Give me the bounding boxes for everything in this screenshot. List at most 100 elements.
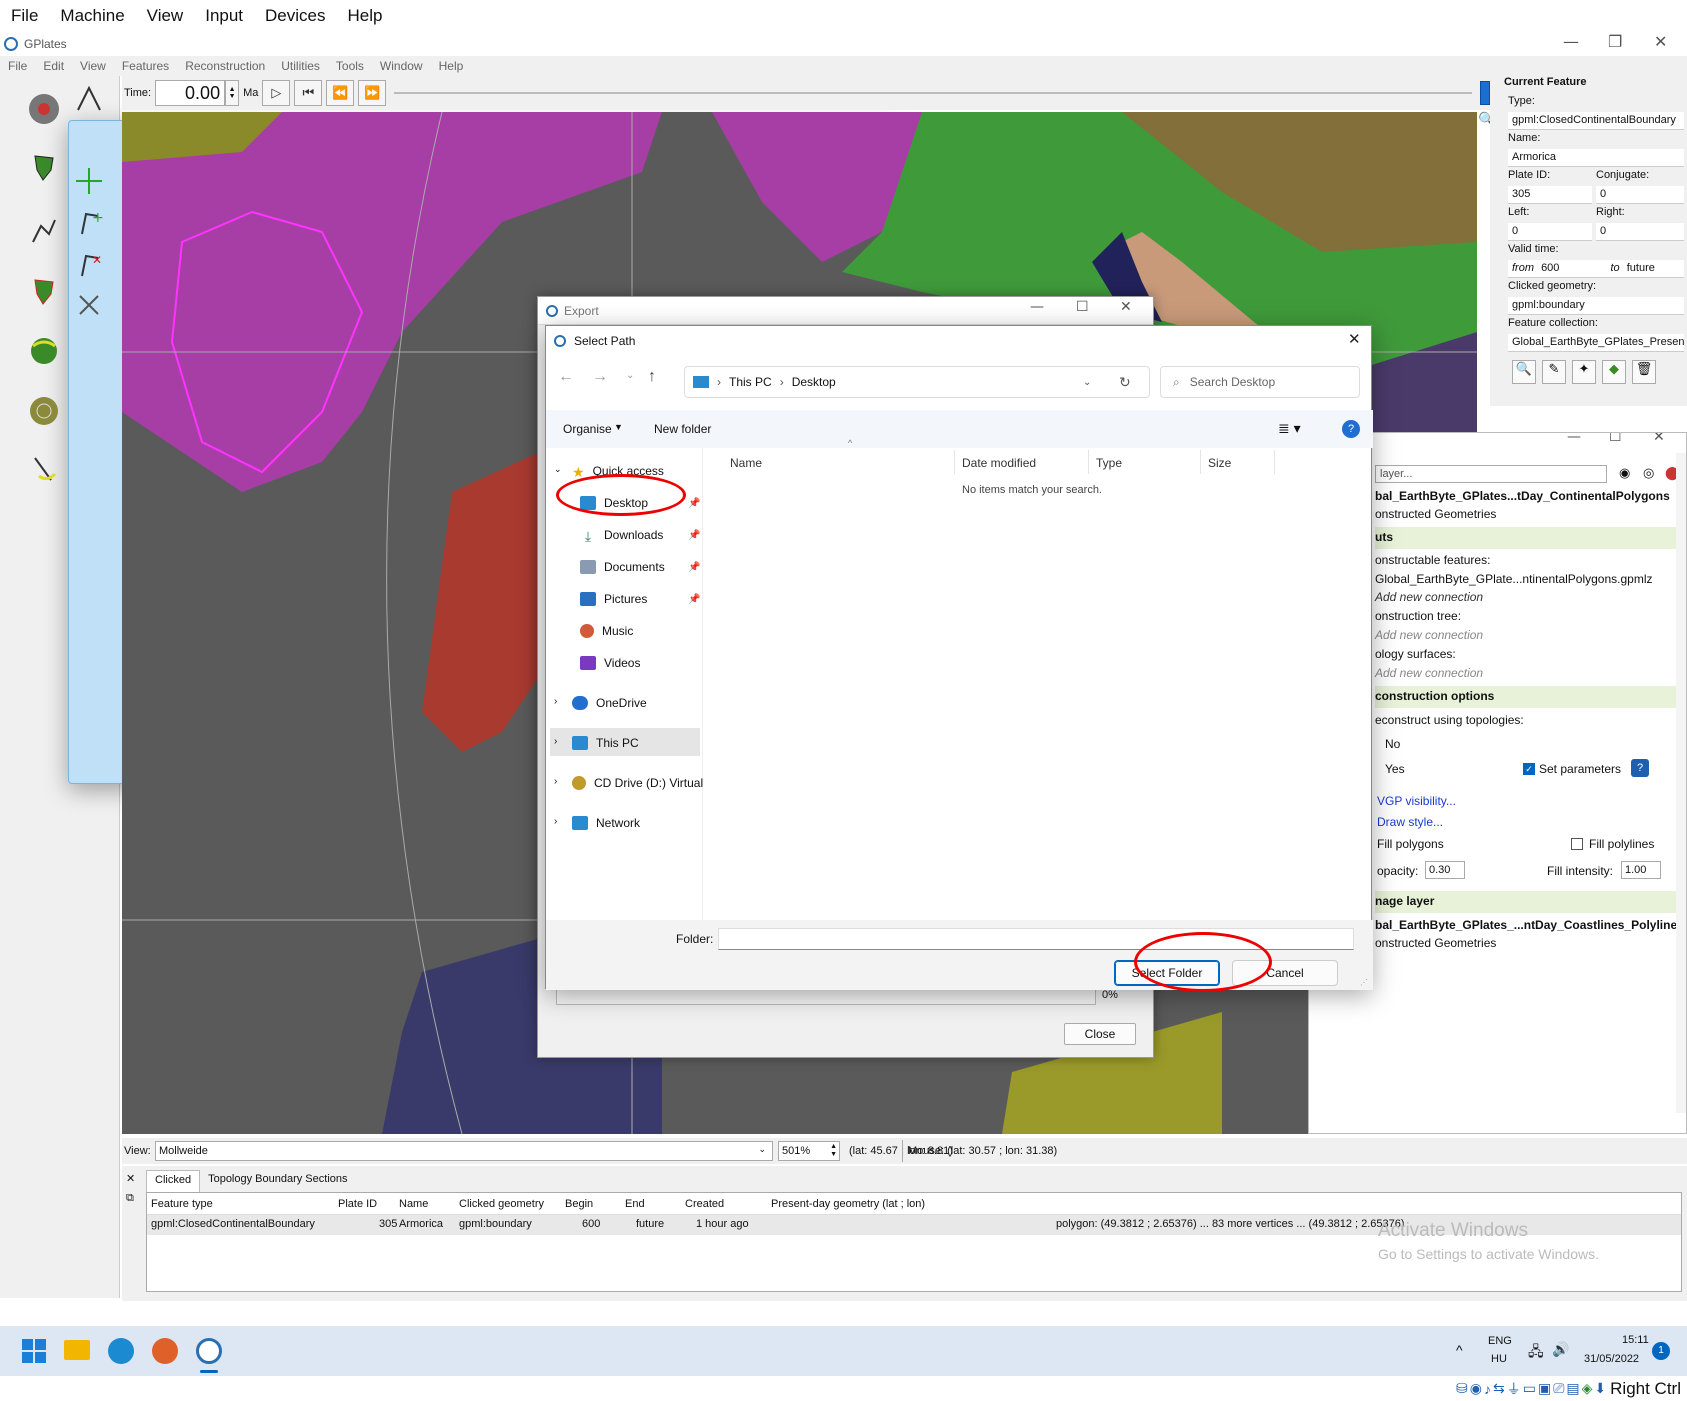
menu-reconstruction[interactable]: Reconstruction <box>177 59 273 73</box>
nav-videos[interactable]: Videos <box>580 656 640 670</box>
layer-search-input[interactable]: layer... <box>1375 465 1607 483</box>
menu-features[interactable]: Features <box>114 59 177 73</box>
pole-manipulation-icon[interactable] <box>25 332 63 370</box>
panel-close-icon[interactable]: ✕ <box>126 1172 135 1185</box>
this-pc-chevron-icon[interactable]: › <box>554 736 557 747</box>
export-close-icon[interactable]: ✕ <box>1120 299 1132 315</box>
nav-onedrive[interactable]: OneDrive <box>572 696 647 710</box>
nav-pictures[interactable]: Pictures <box>580 592 647 606</box>
time-input[interactable]: 0.00 <box>155 80 226 106</box>
notification-badge[interactable]: 1 <box>1652 1342 1670 1360</box>
back-arrow-icon[interactable]: ← <box>558 368 574 386</box>
crumb-this-pc[interactable]: This PC <box>729 375 772 389</box>
col-type[interactable]: Type <box>1096 456 1122 470</box>
lang-eng[interactable]: ENG <box>1488 1335 1512 1347</box>
time-slider[interactable] <box>394 92 1472 94</box>
zoom-spinbox[interactable]: 501% ▲ ▼ <box>778 1141 840 1161</box>
host-menu-devices[interactable]: Devices <box>254 6 336 26</box>
delete-feature-icon[interactable]: 🗑 <box>1632 360 1656 384</box>
choose-feature-tool-icon[interactable] <box>25 148 63 186</box>
radio-no[interactable]: No <box>1385 737 1400 751</box>
step-back-button[interactable]: ⏪ <box>326 80 355 106</box>
host-menu-help[interactable]: Help <box>337 6 394 26</box>
layers-scrollbar[interactable] <box>1676 453 1686 1113</box>
host-shared-folder-icon[interactable]: ▭ <box>1523 1380 1536 1397</box>
add-connection-2[interactable]: Add new connection <box>1375 628 1483 642</box>
reconstruction-options-header[interactable]: construction options <box>1375 686 1686 708</box>
time-slider-handle[interactable] <box>1480 81 1490 105</box>
digitise-polyline-icon[interactable] <box>25 212 63 250</box>
reconstruct-tool-icon[interactable] <box>25 272 63 310</box>
new-folder-button[interactable]: New folder <box>654 422 711 436</box>
menu-view[interactable]: View <box>72 59 114 73</box>
host-menu-input[interactable]: Input <box>194 6 254 26</box>
view-options-icon[interactable]: ≣ ▾ <box>1278 420 1301 437</box>
set-parameters-checkbox[interactable]: ✓ <box>1523 763 1535 775</box>
onedrive-chevron-icon[interactable]: › <box>554 696 557 707</box>
quick-access-chevron-icon[interactable]: ⌄ <box>554 464 562 475</box>
host-arrow-icon[interactable]: ⬇ <box>1594 1380 1606 1397</box>
start-button[interactable] <box>22 1339 46 1363</box>
address-dropdown-icon[interactable]: ⌄ <box>1083 377 1091 388</box>
menu-help[interactable]: Help <box>431 59 472 73</box>
projection-select[interactable]: Mollweide ⌄ <box>155 1141 773 1161</box>
lang-hu[interactable]: HU <box>1491 1353 1507 1365</box>
menu-edit[interactable]: Edit <box>35 59 72 73</box>
play-button[interactable]: ▷ <box>262 80 291 106</box>
host-menu-file[interactable]: File <box>0 6 49 26</box>
fill-intensity-spinbox[interactable]: 1.00 <box>1621 861 1661 879</box>
export-close-button[interactable]: Close <box>1064 1023 1136 1045</box>
up-arrow-icon[interactable]: ↑ <box>648 368 656 386</box>
layers-close-button[interactable]: ✕ <box>1653 433 1665 445</box>
th-clicked-geometry[interactable]: Clicked geometry <box>459 1198 544 1210</box>
reset-animation-button[interactable]: ⏮ <box>294 80 323 106</box>
clock-date[interactable]: 31/05/2022 <box>1584 1353 1639 1365</box>
host-guest-additions-icon[interactable]: ◈ <box>1582 1380 1593 1397</box>
host-disk-icon[interactable]: ⛁ <box>1456 1380 1468 1397</box>
nav-downloads[interactable]: ⤓ Downloads <box>580 528 663 544</box>
host-cpu-icon[interactable]: ▤ <box>1566 1380 1579 1397</box>
add-connection-3[interactable]: Add new connection <box>1375 666 1483 680</box>
split-feature-icon[interactable] <box>70 286 108 324</box>
host-optical-icon[interactable]: ◉ <box>1470 1380 1482 1397</box>
address-bar[interactable]: › This PC › Desktop ⌄ ↻ <box>684 366 1150 398</box>
step-forward-button[interactable]: ⏩ <box>358 80 387 106</box>
th-plate-id[interactable]: Plate ID <box>338 1198 377 1210</box>
small-circle-tool-icon[interactable] <box>25 450 63 488</box>
panel-float-icon[interactable]: ⧉ <box>126 1192 134 1205</box>
restore-button[interactable]: ❐ <box>1608 32 1622 51</box>
layers-restore-button[interactable]: ☐ <box>1609 433 1622 445</box>
host-recording-icon[interactable]: ⎚ <box>1553 1380 1564 1397</box>
tray-chevron-icon[interactable]: ^ <box>1456 1342 1463 1358</box>
visibility-eye-icon[interactable]: ◉ <box>1619 465 1630 481</box>
nav-network[interactable]: Network <box>572 816 640 830</box>
layer2-name[interactable]: bal_EarthByte_GPlates_...ntDay_Coastline… <box>1375 918 1677 932</box>
close-button[interactable]: ✕ <box>1654 32 1667 51</box>
layer1-name[interactable]: bal_EarthByte_GPlates...tDay_Continental… <box>1375 489 1670 503</box>
host-usb-icon[interactable]: ⏚ <box>1507 1379 1521 1399</box>
col-name[interactable]: Name <box>730 456 762 470</box>
help-circle-icon[interactable]: ? <box>1342 420 1360 438</box>
firefox-icon[interactable] <box>152 1338 178 1364</box>
file-explorer-icon[interactable] <box>64 1340 90 1360</box>
th-present-day-geometry[interactable]: Present-day geometry (lat ; lon) <box>771 1198 925 1210</box>
col-date-modified[interactable]: Date modified <box>962 456 1036 470</box>
layers-minimize-button[interactable]: — <box>1567 433 1581 445</box>
nav-music[interactable]: Music <box>580 624 633 638</box>
nav-this-pc[interactable]: This PC <box>572 736 639 750</box>
select-path-close-icon[interactable]: ✕ <box>1348 330 1361 348</box>
delete-vertex-icon[interactable]: ✕ <box>70 246 108 284</box>
recent-chevron-icon[interactable]: ⌄ <box>626 370 634 381</box>
menu-window[interactable]: Window <box>372 59 431 73</box>
forward-arrow-icon[interactable]: → <box>592 368 608 386</box>
time-spinner[interactable]: ▲ ▼ <box>225 80 240 106</box>
cd-drive-chevron-icon[interactable]: › <box>554 776 557 787</box>
host-network-icon[interactable]: ⇆ <box>1493 1380 1505 1397</box>
measure-tool-icon[interactable] <box>70 80 108 118</box>
fill-polylines-checkbox[interactable] <box>1571 838 1583 850</box>
edit-feature-icon[interactable]: ✎ <box>1542 360 1566 384</box>
network-chevron-icon[interactable]: › <box>554 816 557 827</box>
add-connection-1[interactable]: Add new connection <box>1375 590 1483 604</box>
insert-vertex-icon[interactable]: + <box>70 204 108 242</box>
drag-globe-tool-icon[interactable] <box>25 90 63 128</box>
